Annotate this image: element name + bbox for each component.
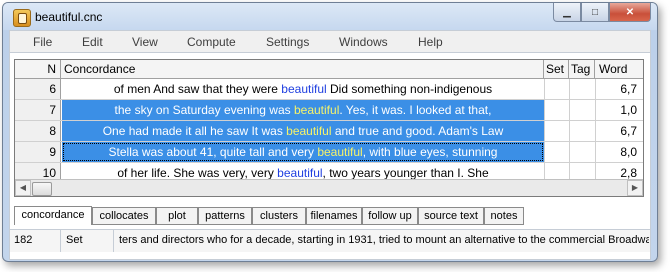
tag-cell[interactable]	[569, 142, 596, 162]
status-text: ters and directors who for a decade, sta…	[119, 234, 649, 246]
menu-bar: File Edit View Compute Settings Windows …	[9, 30, 651, 53]
tab-clusters[interactable]: clusters	[252, 207, 306, 225]
table-row[interactable]: 7 the sky on Saturday evening was beautif…	[15, 100, 643, 121]
tab-notes[interactable]: notes	[484, 207, 524, 225]
table-row[interactable]: 8 One had made it all he saw It was beaut…	[15, 121, 643, 142]
menu-file[interactable]: File	[33, 35, 52, 49]
tag-cell[interactable]	[569, 100, 596, 120]
maximize-icon: □	[591, 6, 599, 18]
menu-help[interactable]: Help	[418, 35, 443, 49]
menu-view[interactable]: View	[132, 35, 158, 49]
window-controls: ▁ □ ✕	[553, 3, 651, 23]
set-cell[interactable]	[544, 79, 569, 99]
arrow-left-icon: ◀	[19, 183, 27, 192]
tag-cell[interactable]	[569, 79, 596, 99]
word-position-cell[interactable]: 8,0	[595, 142, 643, 162]
concordance-line[interactable]: of men And saw that they were beautiful …	[62, 79, 544, 99]
row-number[interactable]: 7	[15, 100, 61, 120]
concordance-grid: N Concordance Set Tag Word 6 of men And s…	[14, 59, 644, 197]
left-context: of her life. She was very, very	[117, 166, 278, 180]
table-row[interactable]: 9 Stella was about 41, quite tall and ver…	[15, 142, 643, 163]
menu-compute[interactable]: Compute	[187, 35, 236, 49]
arrow-right-icon: ▶	[631, 183, 639, 192]
concord-app-icon	[13, 9, 31, 27]
close-button[interactable]: ✕	[609, 3, 651, 22]
minimize-button[interactable]: ▁	[553, 3, 581, 22]
title-bar[interactable]: beautiful.cnc ▁ □ ✕	[3, 3, 657, 30]
set-cell[interactable]	[544, 121, 569, 141]
header-tag[interactable]: Tag	[569, 60, 595, 78]
row-number[interactable]: 8	[15, 121, 61, 141]
menu-windows[interactable]: Windows	[339, 35, 388, 49]
minimize-icon: ▁	[563, 6, 571, 18]
scroll-thumb[interactable]	[32, 182, 52, 196]
tab-collocates[interactable]: collocates	[92, 207, 156, 225]
tab-concordance[interactable]: concordance	[14, 206, 92, 225]
main-panel: N Concordance Set Tag Word 6 of men And s…	[9, 52, 651, 260]
tab-plot[interactable]: plot	[156, 207, 198, 225]
right-context: . Yes, it was. I looked at that,	[339, 103, 492, 117]
concordance-line[interactable]: One had made it all he saw It was beauti…	[62, 121, 544, 141]
close-icon: ✕	[625, 6, 635, 18]
set-cell[interactable]	[544, 100, 569, 120]
left-context: One had made it all he saw It was	[102, 124, 287, 138]
header-n[interactable]: N	[15, 60, 61, 78]
maximize-button[interactable]: □	[581, 3, 609, 22]
tag-cell[interactable]	[569, 121, 596, 141]
right-context: , with blue eyes, stunning	[362, 145, 498, 159]
search-word: beautiful	[281, 82, 327, 96]
search-word: beautiful	[293, 103, 340, 117]
header-concordance[interactable]: Concordance	[62, 60, 544, 78]
set-cell[interactable]	[544, 142, 569, 162]
menu-edit[interactable]: Edit	[82, 35, 103, 49]
search-word: beautiful	[286, 124, 332, 138]
app-window: beautiful.cnc ▁ □ ✕ File Edit View Compu…	[2, 2, 658, 262]
word-position-cell[interactable]: 6,7	[595, 121, 643, 141]
scroll-right-button[interactable]: ▶	[627, 180, 643, 196]
tab-patterns[interactable]: patterns	[198, 207, 252, 225]
menu-settings[interactable]: Settings	[266, 35, 309, 49]
grid-header: N Concordance Set Tag Word	[15, 60, 643, 79]
status-divider	[113, 230, 114, 252]
concordance-line[interactable]: Stella was about 41, quite tall and very…	[62, 142, 544, 162]
window-title: beautiful.cnc	[35, 10, 103, 24]
scroll-left-button[interactable]: ◀	[15, 180, 31, 196]
header-word[interactable]: Word	[595, 60, 643, 78]
row-number[interactable]: 9	[15, 142, 61, 162]
word-position-cell[interactable]: 1,0	[595, 100, 643, 120]
horizontal-scrollbar[interactable]: ◀ ▶	[15, 179, 643, 196]
status-divider	[60, 230, 61, 252]
table-row[interactable]: 6 of men And saw that they were beautiful…	[15, 79, 643, 100]
row-number[interactable]: 6	[15, 79, 61, 99]
search-word: beautiful	[277, 166, 323, 180]
word-position-cell[interactable]: 6,7	[595, 79, 643, 99]
right-context: and true and good. Adam's Law	[331, 124, 504, 138]
status-bar: 182 Set ters and directors who for a dec…	[10, 229, 650, 252]
left-context: Stella was about 41, quite tall and very	[108, 145, 318, 159]
tab-follow-up[interactable]: follow up	[362, 207, 418, 225]
header-set[interactable]: Set	[544, 60, 569, 78]
left-context: the sky on Saturday evening was	[114, 103, 294, 117]
search-word: beautiful	[317, 145, 363, 159]
left-context: of men And saw that they were	[113, 82, 282, 96]
right-context: , two years younger than I. She	[322, 166, 489, 180]
status-count: 182	[14, 234, 33, 246]
tab-source-text[interactable]: source text	[418, 207, 484, 225]
tab-filenames[interactable]: filenames	[306, 207, 362, 225]
right-context: Did something non-indigenous	[326, 82, 493, 96]
concordance-line[interactable]: the sky on Saturday evening was beautifu…	[62, 100, 544, 120]
status-mode: Set	[66, 234, 83, 246]
